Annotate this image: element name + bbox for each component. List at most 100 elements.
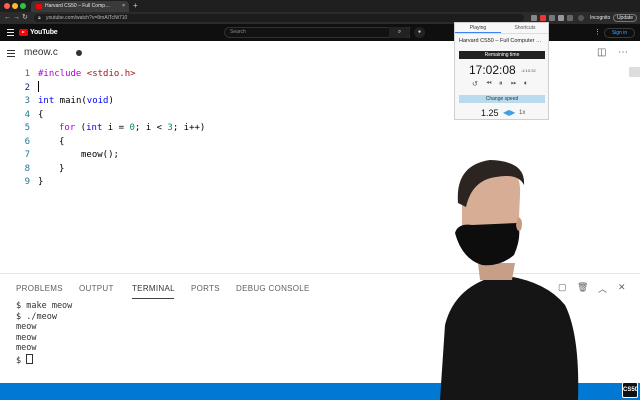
secondary-time-value: -4:10:32 (521, 68, 536, 73)
line-number: 7 (24, 150, 30, 160)
code-line: #include <stdio.h> (38, 69, 136, 79)
browser-tab-bar: Harvard CS50 – Full Comp… × + (0, 0, 640, 12)
star-icon[interactable] (531, 15, 537, 21)
line-number: 8 (24, 163, 30, 174)
file-tab[interactable]: meow.c (0, 41, 95, 65)
code-line: } (59, 163, 65, 174)
browser-tab[interactable]: Harvard CS50 – Full Comp… × (31, 1, 129, 12)
extension-icon[interactable] (549, 15, 555, 21)
presenter-image (440, 160, 579, 400)
menu-icon[interactable] (7, 50, 15, 57)
video-title: Harvard CS50 – Full Computer … (459, 38, 542, 44)
tab-playing[interactable]: Playing (455, 23, 501, 33)
pause-icon[interactable]: ⏸︎ (499, 80, 503, 88)
more-options-icon[interactable]: ⋮ (594, 24, 601, 41)
line-number: 2 (24, 82, 30, 93)
tab-shortcuts[interactable]: Shortcuts (502, 23, 548, 33)
maximize-window-dot[interactable] (20, 3, 26, 9)
code-text: ; i++) (172, 123, 206, 133)
line-number: 1 (24, 69, 30, 79)
active-tab-indicator (132, 298, 174, 299)
url-field[interactable]: 🔒︎ youtube.com/watch?v=8mAITcNt710 (34, 14, 524, 22)
code-text: main( (54, 96, 87, 106)
change-speed-button[interactable]: Change speed (459, 95, 545, 103)
terminal-line: meow (16, 322, 37, 332)
keyword: #include (38, 69, 82, 79)
speed-arrows-icon[interactable]: ◀▶ (503, 108, 515, 117)
code-line: int main(void) (38, 96, 114, 106)
sidebar-icon[interactable] (567, 15, 573, 21)
keyword: int (86, 123, 103, 133)
update-button[interactable]: Update (613, 14, 637, 22)
fast-forward-icon[interactable]: ⏩︎ (511, 80, 517, 88)
terminal-prompt-line: $ (16, 353, 72, 366)
code-text: i = (102, 123, 130, 133)
tab-problems[interactable]: PROBLEMS (16, 284, 63, 293)
cs50-logo: CS50 (622, 382, 638, 398)
editor-scrollbar[interactable] (629, 67, 640, 77)
split-editor-icon[interactable]: ◫ (597, 47, 606, 59)
close-window-dot[interactable] (4, 3, 10, 9)
incognito-icon (578, 15, 584, 21)
code-line: meow(); (81, 150, 119, 160)
terminal-output[interactable]: $ make meow $ ./meow meow meow meow $ (16, 301, 73, 366)
terminal-prompt: $ (16, 355, 27, 366)
code-text: ; i < (134, 123, 168, 133)
tab-output[interactable]: OUTPUT (79, 284, 114, 293)
code-line: for (int i = 0; i < 3; i++) (59, 123, 205, 133)
text-cursor (38, 81, 39, 92)
speed-controller-popup: Playing Shortcuts Harvard CS50 – Full Co… (454, 22, 549, 120)
minimize-window-dot[interactable] (12, 3, 18, 9)
youtube-logo-text[interactable]: YouTube (30, 24, 58, 41)
more-actions-icon[interactable]: ⋯ (618, 47, 628, 59)
forward-arrow-icon[interactable]: → (13, 12, 20, 24)
line-number: 3 (24, 96, 30, 106)
search-icon[interactable]: ⌕ (389, 27, 410, 38)
line-number: 4 (24, 109, 30, 120)
code-text: ) (108, 96, 114, 106)
sign-in-button[interactable]: Sign in (604, 28, 635, 38)
unsaved-dot-icon[interactable] (76, 50, 82, 56)
keyword: for (59, 123, 76, 133)
remaining-time-label: Remaining time (459, 51, 545, 59)
hamburger-menu-icon[interactable] (7, 29, 14, 36)
line-number: 6 (24, 136, 30, 147)
keyword: int (38, 96, 55, 106)
extension-icon[interactable] (540, 15, 546, 21)
back-arrow-icon[interactable]: ← (4, 12, 11, 24)
tab-ports[interactable]: PORTS (191, 284, 220, 293)
microphone-icon[interactable]: ● (414, 27, 425, 38)
new-tab-button[interactable]: + (133, 0, 138, 12)
terminal-line: $ make meow (16, 301, 73, 311)
tab-terminal[interactable]: TERMINAL (132, 284, 175, 293)
terminal-cursor (26, 353, 34, 364)
code-text: ( (75, 123, 87, 133)
youtube-favicon-icon (36, 4, 42, 9)
rewind-icon[interactable]: ⏪︎ (486, 80, 492, 88)
terminal-line: meow (16, 332, 37, 343)
youtube-logo-icon[interactable] (19, 29, 28, 36)
volume-icon[interactable]: 🔈︎ (524, 80, 528, 88)
string-literal: <stdio.h> (86, 69, 136, 79)
profile-label[interactable]: Incognito (590, 12, 610, 24)
close-panel-icon[interactable]: ✕ (618, 282, 626, 293)
code-line: { (38, 109, 44, 120)
reload-icon[interactable]: ↻ (22, 12, 28, 24)
code-line: { (59, 136, 65, 147)
line-number: 5 (24, 123, 30, 133)
tab-close-icon[interactable]: × (122, 1, 125, 12)
line-number: 9 (24, 177, 30, 187)
puzzle-icon[interactable] (558, 15, 564, 21)
search-input[interactable]: Search (224, 27, 410, 38)
url-text: youtube.com/watch?v=8mAITcNt710 (46, 15, 128, 21)
tab-debug-console[interactable]: DEBUG CONSOLE (236, 284, 310, 293)
replay-icon[interactable]: ↺ (472, 80, 478, 88)
tab-title: Harvard CS50 – Full Comp… (45, 3, 111, 9)
code-line: } (38, 177, 44, 187)
popup-tabs: Playing Shortcuts (455, 23, 548, 34)
terminal-line: $ ./meow (16, 311, 57, 322)
terminal-line: meow (16, 343, 37, 353)
lock-icon: 🔒︎ (38, 15, 41, 21)
keyword: void (86, 96, 109, 106)
reset-speed-button[interactable]: 1x (519, 110, 525, 116)
